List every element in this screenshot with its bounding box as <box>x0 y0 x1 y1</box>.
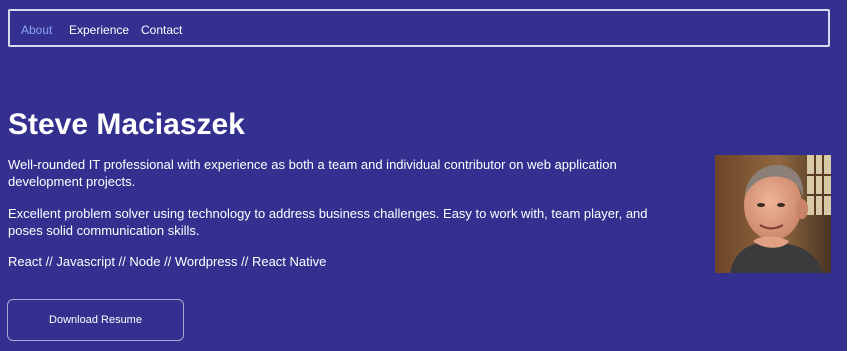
nav-link-contact[interactable]: Contact <box>141 23 182 37</box>
technology-list: React // Javascript // Node // Wordpress… <box>8 254 327 269</box>
nav-link-experience[interactable]: Experience <box>69 23 129 37</box>
profile-portrait-image <box>715 155 831 273</box>
download-resume-button[interactable]: Download Resume <box>7 299 184 341</box>
profile-name: Steve Maciaszek <box>8 108 245 141</box>
top-navigation: About Experience Contact <box>8 9 830 47</box>
intro-paragraph: Well-rounded IT professional with experi… <box>8 157 617 189</box>
skills-summary-paragraph: Excellent problem solver using technolog… <box>8 206 648 238</box>
nav-link-about[interactable]: About <box>21 23 52 37</box>
profile-photo <box>715 155 831 273</box>
portfolio-page: About Experience Contact Steve Maciaszek… <box>0 0 847 351</box>
